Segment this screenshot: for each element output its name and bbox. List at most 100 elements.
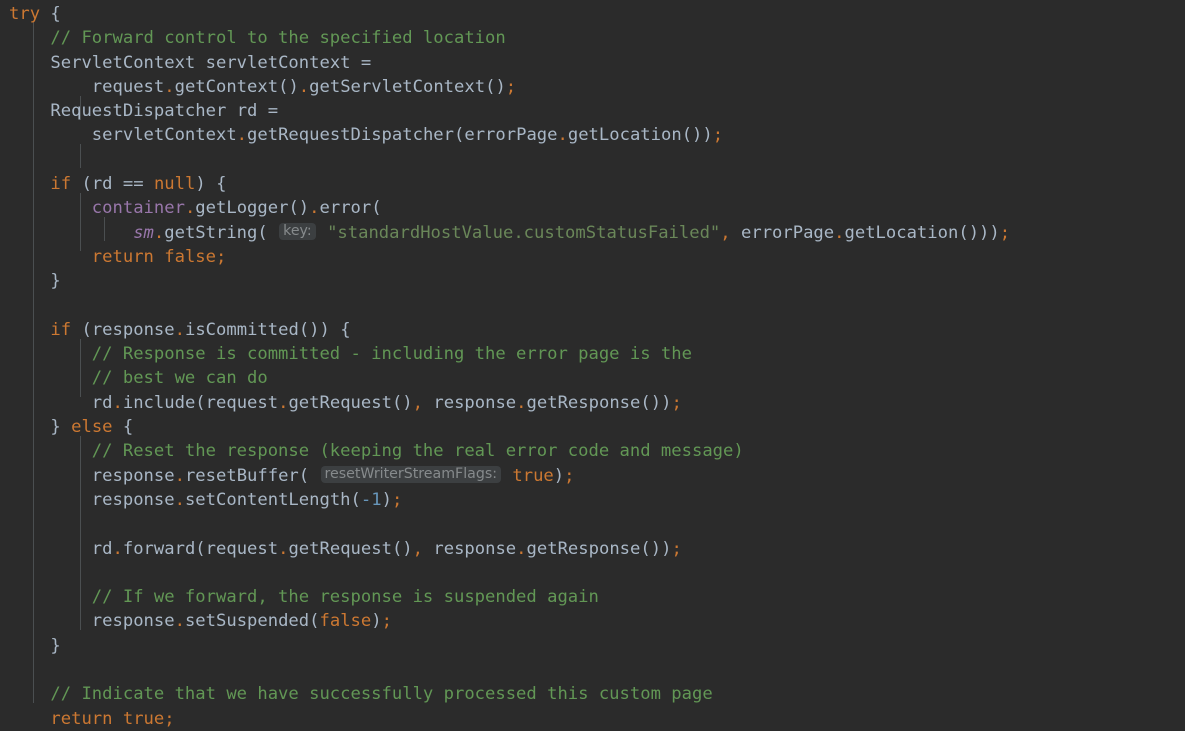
- code-line-16[interactable]: // best we can do: [9, 366, 1185, 390]
- number-literal: -1: [360, 489, 382, 510]
- code-editor-pane[interactable]: try { // Forward control to the specifie…: [0, 0, 1185, 729]
- code-line-28[interactable]: [9, 658, 1185, 682]
- identifier: forward: [122, 538, 196, 559]
- identifier: servletContext: [205, 52, 351, 73]
- punctuation: ,: [412, 392, 424, 413]
- code-line-12[interactable]: }: [9, 269, 1185, 293]
- bracket: ): [661, 392, 672, 413]
- identifier: resetBuffer: [184, 465, 299, 486]
- code-line-21[interactable]: response.setContentLength(-1);: [9, 488, 1185, 512]
- punctuation: ;: [999, 222, 1011, 243]
- identifier: ServletContext: [50, 52, 196, 73]
- identifier: request: [91, 76, 165, 97]
- parameter-hint[interactable]: key:: [279, 222, 316, 240]
- bracket: ): [495, 76, 506, 97]
- code-comment: // If we forward, the response is suspen…: [91, 587, 599, 608]
- bracket: (: [257, 222, 268, 243]
- bracket: ): [402, 538, 413, 559]
- code-line-26[interactable]: response.setSuspended(false);: [9, 609, 1185, 633]
- code-line-9[interactable]: container.getLogger().error(: [9, 196, 1185, 220]
- identifier: response: [91, 319, 175, 340]
- code-line-8[interactable]: if (rd == null) {: [9, 172, 1185, 196]
- punctuation: .: [309, 198, 320, 219]
- bracket: (: [195, 538, 206, 559]
- bracket: ): [309, 319, 320, 340]
- identifier: rd: [91, 538, 113, 559]
- identifier: setContentLength: [184, 489, 351, 510]
- code-line-25[interactable]: // If we forward, the response is suspen…: [9, 585, 1185, 609]
- code-line-6[interactable]: servletContext.getRequestDispatcher(erro…: [9, 123, 1185, 147]
- punctuation: .: [298, 76, 310, 97]
- bracket: (: [391, 392, 403, 413]
- bracket: }: [50, 271, 61, 292]
- punctuation: .: [278, 538, 289, 559]
- code-line-27[interactable]: }: [9, 634, 1185, 658]
- bracket: (: [298, 319, 310, 340]
- code-line-11[interactable]: return false;: [9, 245, 1185, 269]
- code-line-22[interactable]: [9, 512, 1185, 536]
- identifier: errorPage: [464, 125, 558, 146]
- code-line-13[interactable]: [9, 294, 1185, 318]
- punctuation: ,: [412, 538, 424, 559]
- identifier: getLogger: [195, 198, 289, 219]
- code-line-1[interactable]: try {: [9, 2, 1185, 26]
- code-line-24[interactable]: [9, 561, 1185, 585]
- keyword-if: if: [50, 319, 72, 340]
- code-line-29[interactable]: // Indicate that we have successfully pr…: [9, 682, 1185, 706]
- code-line-2[interactable]: // Forward control to the specified loca…: [9, 26, 1185, 50]
- code-line-20[interactable]: response.resetBuffer( resetWriterStreamF…: [9, 464, 1185, 488]
- bracket: (: [681, 125, 693, 146]
- punctuation: ;: [391, 489, 403, 510]
- parameter-hint[interactable]: resetWriterStreamFlags:: [320, 465, 502, 483]
- punctuation: ;: [564, 465, 575, 486]
- code-line-5[interactable]: RequestDispatcher rd =: [9, 99, 1185, 123]
- bracket: {: [122, 417, 134, 438]
- punctuation: .: [516, 392, 527, 413]
- identifier: response: [91, 611, 175, 632]
- code-line-18[interactable]: } else {: [9, 415, 1185, 439]
- bracket: (: [350, 489, 361, 510]
- code-line-17[interactable]: rd.include(request.getRequest(), respons…: [9, 391, 1185, 415]
- code-line-7[interactable]: [9, 148, 1185, 172]
- code-line-4[interactable]: request.getContext().getServletContext()…: [9, 75, 1185, 99]
- keyword-null: null: [153, 174, 196, 195]
- code-content[interactable]: try { // Forward control to the specifie…: [0, 0, 1185, 731]
- bracket: ): [371, 611, 382, 632]
- code-comment: // Indicate that we have successfully pr…: [50, 684, 713, 705]
- identifier: getContext: [174, 76, 279, 97]
- code-line-19[interactable]: // Reset the response (keeping the real …: [9, 439, 1185, 463]
- bracket: ): [381, 489, 392, 510]
- code-line-23[interactable]: rd.forward(request.getRequest(), respons…: [9, 537, 1185, 561]
- keyword-false: false: [319, 611, 372, 632]
- code-line-14[interactable]: if (response.isCommitted()) {: [9, 318, 1185, 342]
- punctuation: ;: [712, 125, 724, 146]
- code-line-15[interactable]: // Response is committed - including the…: [9, 342, 1185, 366]
- keyword-return: return: [50, 708, 113, 729]
- code-line-3[interactable]: ServletContext servletContext =: [9, 51, 1185, 75]
- punctuation: .: [112, 392, 123, 413]
- identifier: rd: [91, 392, 113, 413]
- punctuation: .: [174, 611, 185, 632]
- code-line-10[interactable]: sm.getString( key: "standardHostValue.cu…: [9, 221, 1185, 245]
- punctuation: .: [557, 125, 568, 146]
- code-line-30[interactable]: return true;: [9, 707, 1185, 731]
